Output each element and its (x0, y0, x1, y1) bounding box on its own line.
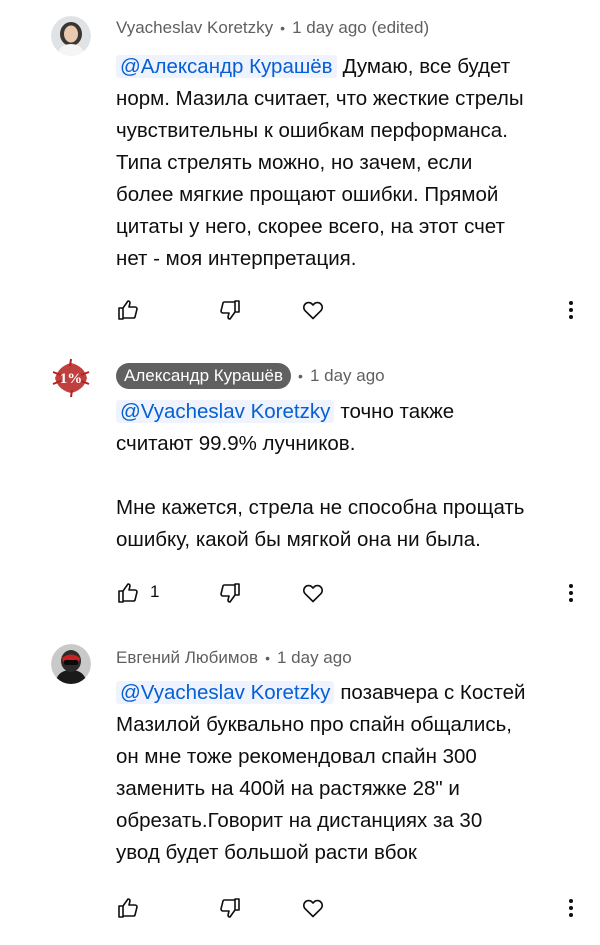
text-line: ошибку, какой бы мягкой она ни была. (116, 528, 481, 551)
heart-button[interactable] (293, 888, 333, 928)
thumbs-down-icon (220, 583, 240, 603)
avatar[interactable]: 1% (51, 358, 91, 398)
text-line: он мне тоже рекомендовал спайн 300 (116, 745, 477, 768)
thumbs-up-icon (118, 300, 138, 320)
comment-line: @Vyacheslav Koretzky позавчера с Костей (116, 677, 586, 709)
more-button[interactable] (551, 888, 591, 928)
text-line: нет - моя интерпретация. (116, 247, 357, 270)
thumbs-up-icon (118, 583, 138, 603)
comment-text: @Александр Курашёв Думаю, все будет норм.… (116, 51, 586, 275)
timestamp[interactable]: 1 day ago (310, 366, 385, 386)
author-name[interactable]: Vyacheslav Koretzky (116, 18, 273, 38)
comment-text: @Vyacheslav Koretzky точно также считают … (116, 396, 586, 556)
comment-actions (0, 888, 600, 928)
avatar[interactable] (51, 16, 91, 56)
mention-link[interactable]: @Александр Курашёв (116, 55, 337, 78)
avatar[interactable] (51, 644, 91, 684)
heart-icon (303, 584, 323, 603)
avatar-image: 1% (51, 358, 91, 398)
text-line: чувствительны к ошибкам перформанса. (116, 119, 508, 142)
like-button[interactable] (108, 573, 148, 613)
separator-dot: • (265, 650, 270, 666)
mention-link[interactable]: @Vyacheslav Koretzky (116, 681, 335, 704)
heart-icon (303, 301, 323, 320)
comment-actions (0, 290, 600, 330)
text-line: увод будет большой расти вбок (116, 841, 417, 864)
more-button[interactable] (551, 573, 591, 613)
comment-actions: 1 (0, 573, 600, 613)
avatar-logo-text: 1% (60, 371, 83, 387)
text-line: Мне кажется, стрела не способна прощать (116, 496, 525, 519)
text-line: считают 99.9% лучников. (116, 432, 356, 455)
like-count: 1 (150, 582, 160, 601)
text-line: Думаю, все будет (342, 55, 511, 78)
comment-header: Евгений Любимов • 1 day ago (116, 645, 352, 671)
thumbs-up-icon (118, 898, 138, 918)
separator-dot: • (280, 20, 286, 36)
text-line: цитаты у него, скорее всего, на этот сче… (116, 215, 505, 238)
heart-button[interactable] (293, 573, 333, 613)
comment-line: @Александр Курашёв Думаю, все будет (116, 51, 586, 83)
like-button[interactable] (108, 888, 148, 928)
heart-button[interactable] (293, 290, 333, 330)
comment-header: Vyacheslav Koretzky • 1 day ago (edited) (116, 15, 429, 41)
text-line: Типа стрелять можно, но зачем, если (116, 151, 473, 174)
comment-line: @Vyacheslav Koretzky точно также (116, 396, 586, 428)
more-vert-icon (569, 301, 573, 319)
text-line: норм. Мазила считает, что жесткие стрелы (116, 87, 524, 110)
text-line: точно также (340, 400, 455, 423)
avatar-image (51, 16, 91, 56)
text-line: Мазилой буквально про спайн общались, (116, 713, 512, 736)
more-vert-icon (569, 899, 573, 917)
separator-dot: • (298, 368, 303, 384)
thumbs-down-icon (220, 898, 240, 918)
avatar-image (51, 644, 91, 684)
more-vert-icon (569, 584, 573, 602)
thumbs-down-icon (220, 300, 240, 320)
timestamp[interactable]: 1 day ago (edited) (292, 18, 429, 38)
dislike-button[interactable] (210, 888, 250, 928)
timestamp[interactable]: 1 day ago (277, 648, 352, 668)
comment-text: @Vyacheslav Koretzky позавчера с Костей М… (116, 677, 586, 869)
dislike-button[interactable] (210, 573, 250, 613)
mention-link[interactable]: @Vyacheslav Koretzky (116, 400, 335, 423)
more-button[interactable] (551, 290, 591, 330)
text-line: позавчера с Костей (340, 681, 526, 704)
like-button[interactable] (108, 290, 148, 330)
heart-icon (303, 899, 323, 918)
text-line: обрезать.Говорит на дистанциях за 30 (116, 809, 483, 832)
dislike-button[interactable] (210, 290, 250, 330)
author-name[interactable]: Евгений Любимов (116, 648, 258, 668)
text-line: более мягкие прощают ошибки. Прямой (116, 183, 499, 206)
text-line: заменить на 400й на растяжке 28" и (116, 777, 460, 800)
comment-header: Александр Курашёв • 1 day ago (116, 363, 385, 389)
author-name[interactable]: Александр Курашёв (116, 363, 292, 389)
